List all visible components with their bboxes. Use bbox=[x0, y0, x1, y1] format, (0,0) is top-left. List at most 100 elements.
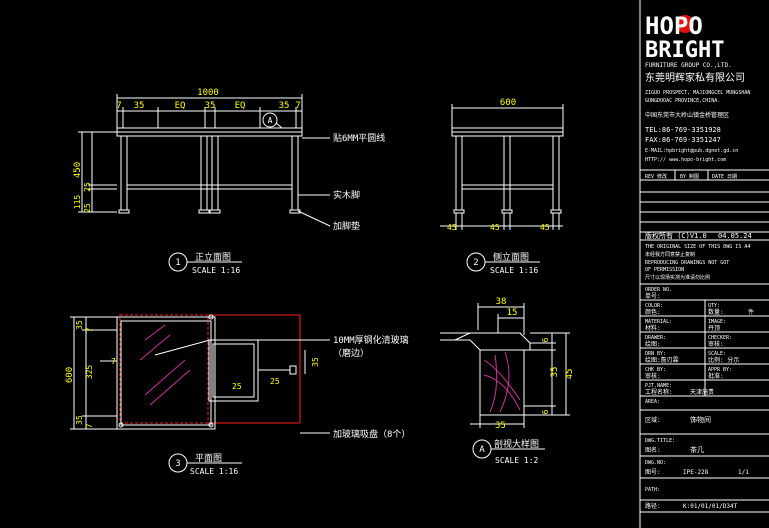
rev-header-date: DATE 日期 bbox=[712, 174, 737, 180]
plan-dim-35-bottom: 35 bbox=[75, 415, 84, 425]
area-label: AREA: bbox=[645, 399, 660, 405]
address-cn: 中国东莞市大岭山镇金桥管理区 bbox=[645, 111, 729, 119]
path-value: K:01/01/01/D34T bbox=[683, 503, 738, 510]
front-view-scale: SCALE 1:16 bbox=[192, 266, 240, 275]
plan-dim-7-mid: 7 bbox=[111, 357, 116, 366]
plan-dim-7-bottom: 7 bbox=[85, 423, 94, 428]
checker-cn: 审核: bbox=[708, 340, 724, 348]
plan-dim-600: 600 bbox=[65, 367, 75, 383]
logo-subtitle: FURNITURE GROUP CO.,LTD. bbox=[645, 62, 732, 69]
path-cn: 路径: bbox=[645, 502, 661, 510]
side-bottom-dim-0: 45 bbox=[447, 223, 457, 232]
plan-callout-glass-sub: （磨边） bbox=[333, 348, 369, 359]
plan-view-number: 3 bbox=[175, 459, 180, 469]
front-dim-seg-5: 35 bbox=[279, 101, 290, 111]
sheet-count: 1/1 bbox=[738, 469, 749, 476]
area-value: 饰物间 bbox=[690, 415, 711, 424]
front-view-title: 正立面图 bbox=[195, 251, 231, 263]
dwg-no-value: IPE-228 bbox=[683, 469, 709, 476]
plan-view-title: 平面图 bbox=[195, 453, 222, 464]
plan-dim-25b: 25 bbox=[270, 377, 280, 386]
plan-dim-35: 35 bbox=[311, 357, 320, 367]
front-dim-seg-4: EQ bbox=[235, 101, 246, 111]
side-bottom-dim-2: 45 bbox=[540, 223, 550, 232]
version: 版权所有 (C)V1.0 bbox=[645, 231, 707, 240]
side-view-number: 2 bbox=[473, 258, 478, 268]
detail-dim-bottom: 35 bbox=[495, 421, 506, 431]
dwg-no-label: DWG.NO: bbox=[645, 460, 666, 466]
plan-callout-pads: 加玻璃吸盘（8个） bbox=[333, 428, 410, 440]
dwg-title-label: DWG.TITLE: bbox=[645, 438, 675, 444]
plan-dim-7-top: 7 bbox=[85, 327, 94, 332]
project-name-cn: 工程名称: bbox=[645, 388, 673, 396]
front-height-dim-25a: 25 bbox=[83, 182, 92, 192]
detail-dim-right-35: 35 bbox=[550, 367, 560, 378]
address-en-1: ZIGUO PROSPECT, MAJIONGCEL MUNGSHAN bbox=[645, 90, 750, 96]
tel: TEL:86-769-3351928 bbox=[645, 126, 721, 134]
path-label: PATH: bbox=[645, 487, 660, 493]
side-view-scale: SCALE 1:16 bbox=[490, 266, 538, 275]
detail-dim-right-45: 45 bbox=[565, 369, 575, 380]
notice-line-0: THE ORIGINAL SIZE OF THIS DWG IS A4 bbox=[645, 244, 750, 250]
drn-by-value: 绘图:詹刃霖 bbox=[645, 356, 679, 364]
detail-view-number: A bbox=[479, 445, 485, 455]
dwg-no-cn: 图号: bbox=[645, 469, 661, 476]
order-no-cn: 单号: bbox=[645, 292, 661, 300]
front-dim-seg-3: 35 bbox=[205, 101, 216, 111]
dwg-title-cn: 图名: bbox=[645, 446, 661, 454]
company-name-cn: 东莞明辉家私有限公司 bbox=[645, 71, 745, 84]
area-cn: 区域: bbox=[645, 416, 661, 424]
detail-dim-right-6b: 6 bbox=[541, 409, 550, 414]
email: E-MAIL:hpbright@pub.dgnet.gd.cn bbox=[645, 148, 738, 154]
front-overall-dim: 1000 bbox=[197, 88, 219, 98]
detail-dim-right-6a: 6 bbox=[541, 337, 550, 342]
plan-dim-35-top: 35 bbox=[75, 320, 84, 330]
color-cn: 颜色: bbox=[645, 308, 661, 316]
detail-dim-top: 38 bbox=[496, 297, 507, 307]
notice-line-1: 未经我方同意禁止复制 bbox=[645, 251, 695, 258]
rev-header-rev: REV 修改 bbox=[645, 173, 667, 180]
side-bottom-dim-1: 45 bbox=[490, 223, 500, 232]
front-height-dim: 450 bbox=[73, 162, 83, 178]
detail-bubble-label: A bbox=[268, 116, 273, 125]
plan-dim-325: 325 bbox=[85, 365, 94, 380]
appr-by-cn: 批准: bbox=[708, 372, 724, 380]
chk-by-cn: 审核: bbox=[645, 372, 661, 380]
website: HTTP:// www.hopo-bright.com bbox=[645, 157, 726, 163]
front-dim-seg-1: 35 bbox=[134, 101, 145, 111]
front-height-dim-25b: 25 bbox=[83, 203, 92, 213]
plan-callout-glass: 10MM厚钢化清玻璃 bbox=[333, 334, 409, 346]
front-callout-top: 贴6MM平圆线 bbox=[333, 132, 385, 144]
logo-line1: HOPO bbox=[645, 12, 703, 40]
side-overall-dim: 600 bbox=[500, 98, 516, 108]
front-dim-seg-0: 7 bbox=[116, 101, 121, 111]
notice-line-2: REPRODUCING DRAWINGS NOT GOT bbox=[645, 260, 729, 266]
project-name-value: 天津施贵 bbox=[690, 388, 714, 396]
drawer-cn: 绘图: bbox=[645, 340, 661, 348]
qty-unit: 件 bbox=[748, 308, 754, 316]
dwg-title-value: 茶几 bbox=[690, 445, 704, 454]
image-value: 丹顶 bbox=[708, 325, 720, 332]
front-callout-mid: 实木脚 bbox=[333, 189, 360, 201]
front-height-dim-115: 115 bbox=[73, 195, 82, 210]
fax: FAX:86-769-3351247 bbox=[645, 136, 721, 144]
notice-line-4: 尺寸以现场实测为准请勿比例 bbox=[645, 274, 710, 281]
detail-view-scale: SCALE 1:2 bbox=[495, 456, 539, 465]
detail-view-title: 剖视大样图 bbox=[494, 438, 539, 450]
plan-dim-25a: 25 bbox=[232, 382, 242, 391]
material-cn: 材料: bbox=[645, 324, 661, 332]
qty-cn: 数量: bbox=[708, 308, 724, 316]
front-view-number: 1 bbox=[175, 258, 180, 268]
version-date: 04.05.24 bbox=[718, 232, 752, 240]
plan-view-scale: SCALE 1:16 bbox=[190, 467, 238, 476]
front-dim-seg-6: 7 bbox=[295, 101, 300, 111]
cad-drawing-sheet: 1000 7 35 EQ 35 EQ 35 7 450 25 115 25 A … bbox=[0, 0, 769, 528]
logo-line2: BRIGHT bbox=[645, 38, 724, 63]
front-callout-bottom: 加脚垫 bbox=[333, 220, 360, 232]
front-dim-seg-2: EQ bbox=[175, 101, 186, 111]
scale-value: 比例: 分示 bbox=[708, 356, 739, 364]
rev-header-by: BY 制图 bbox=[680, 173, 699, 180]
notice-line-3: OF PERMISSION bbox=[645, 267, 684, 273]
detail-dim-inner: 15 bbox=[507, 308, 518, 318]
side-view-title: 侧立面图 bbox=[493, 251, 529, 263]
